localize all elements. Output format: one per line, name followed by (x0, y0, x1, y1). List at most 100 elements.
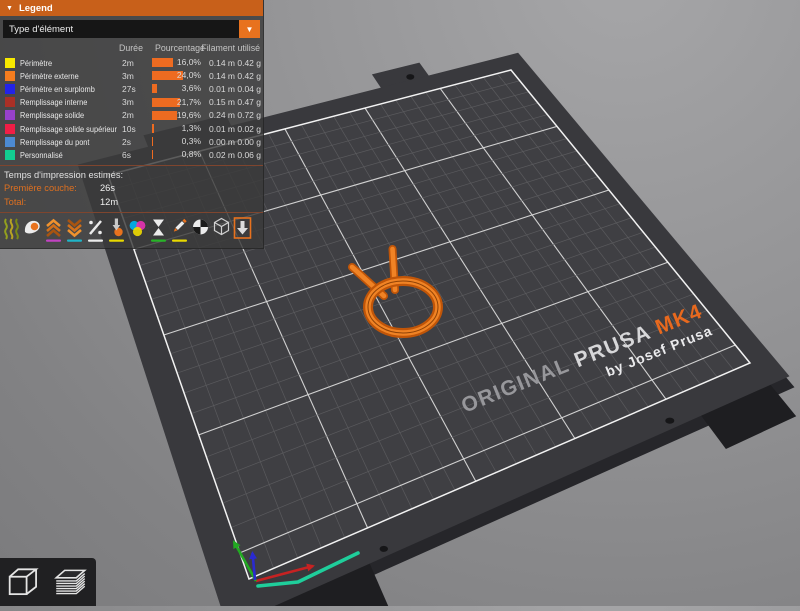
view-mode-toolbar (0, 558, 96, 606)
seams-icon[interactable] (85, 216, 106, 244)
legend-row: Personnalisé 6s 0,8% 0.02 m 0.06 g (0, 148, 263, 161)
feature-filament-length: 0.14 m (209, 57, 235, 68)
feature-percentage: 16,0% (176, 57, 201, 67)
feature-duration: 27s (122, 83, 136, 94)
feature-color-swatch (5, 136, 15, 147)
legend-row: Remplissage du pont 2s 0,3% 0.00 m 0.00 … (0, 135, 263, 148)
feature-percentage-cell: 0,3% (149, 135, 201, 148)
feature-duration: 2s (122, 136, 131, 147)
feature-filament-length: 0.15 m (209, 97, 235, 108)
feature-percentage-cell: 24,0% (149, 69, 201, 82)
custom-gcodes-icon[interactable] (169, 216, 190, 244)
legend-header[interactable]: ▼ Legend (0, 0, 263, 16)
feature-percentage-cell: 16,0% (149, 56, 201, 69)
feature-duration: 3m (122, 97, 134, 108)
feature-percentage: 3,6% (181, 83, 201, 94)
percentage-bar (152, 110, 177, 120)
legend-row: Remplissage interne 3m 21,7% 0.15 m 0.47… (0, 96, 263, 109)
legend-row: Périmètre en surplomb 27s 3,6% 0.01 m 0.… (0, 82, 263, 95)
feature-label: Remplissage solide supérieur (20, 123, 118, 134)
feature-filament-weight: 0.42 g (237, 70, 261, 81)
first-layer-label: Première couche: (4, 182, 77, 193)
feature-color-swatch (5, 110, 15, 121)
deretractions-icon[interactable] (64, 216, 85, 244)
feature-filament-length: 0.02 m (209, 149, 235, 160)
percentage-bar (152, 124, 154, 134)
view-type-value: Type d'élément (9, 23, 74, 35)
feature-label: Remplissage solide (20, 110, 85, 121)
feature-percentage: 1,3% (181, 122, 201, 133)
feature-filament-length: 0.01 m (209, 83, 235, 94)
feature-color-swatch (5, 57, 15, 68)
feature-label: Remplissage interne (20, 97, 88, 108)
total-time-row: Total: 12m (0, 195, 263, 209)
feature-filament-length: 0.01 m (209, 123, 235, 134)
feature-filament-weight: 0.47 g (237, 97, 261, 108)
first-layer-row: Première couche: 26s (0, 181, 263, 195)
feature-percentage-cell: 0,8% (149, 148, 201, 161)
legend-row: Périmètre externe 3m 24,0% 0.14 m 0.42 g (0, 69, 263, 82)
tool-changes-icon[interactable] (106, 216, 127, 244)
pause-prints-icon[interactable] (148, 216, 169, 244)
column-duration: Durée (119, 43, 143, 53)
travels-icon[interactable] (1, 216, 22, 244)
center-of-gravity-icon[interactable] (190, 216, 211, 244)
legend-row: Périmètre 2m 16,0% 0.14 m 0.42 g (0, 56, 263, 69)
collapse-legend-icon[interactable] (232, 216, 253, 244)
percentage-bar (152, 97, 180, 107)
column-percentage: Pourcentage (155, 43, 205, 53)
feature-label: Périmètre externe (20, 70, 79, 81)
feature-label: Périmètre en surplomb (20, 83, 95, 94)
feature-label: Périmètre (20, 57, 53, 68)
color-changes-icon[interactable] (127, 216, 148, 244)
wipe-icon[interactable] (22, 216, 43, 244)
feature-filament-weight: 0.42 g (237, 57, 261, 68)
percentage-bar (152, 58, 173, 68)
feature-filament-weight: 0.04 g (237, 83, 261, 94)
feature-filament-length: 0.00 m (209, 136, 235, 147)
legend-row: Remplissage solide 2m 19,6% 0.24 m 0.72 … (0, 109, 263, 122)
legend-title: Legend (18, 2, 53, 14)
feature-color-swatch (5, 123, 15, 134)
column-filament: Filament utilisé (201, 43, 260, 53)
percentage-bar (152, 137, 153, 147)
feature-filament-weight: 0.00 g (237, 136, 261, 147)
total-time-value: 12m (100, 196, 119, 207)
feature-percentage: 21,7% (176, 96, 201, 107)
dropdown-arrow-button[interactable]: ▼ (239, 20, 260, 38)
feature-percentage-cell: 3,6% (149, 82, 201, 95)
legend-rows: Périmètre 2m 16,0% 0.14 m 0.42 g Périmèt… (0, 56, 263, 162)
feature-percentage-cell: 1,3% (149, 122, 201, 135)
collapse-arrow-icon: ▼ (6, 4, 13, 12)
feature-color-swatch (5, 70, 15, 81)
feature-label: Remplissage du pont (20, 136, 90, 147)
total-time-label: Total: (4, 196, 27, 207)
first-layer-value: 26s (100, 182, 115, 193)
feature-filament-length: 0.14 m (209, 70, 235, 81)
percentage-bar (152, 84, 157, 94)
3d-editor-view-button[interactable] (3, 561, 47, 603)
shells-icon[interactable] (211, 216, 232, 244)
feature-filament-weight: 0.06 g (237, 149, 261, 160)
feature-filament-weight: 0.72 g (237, 110, 261, 121)
feature-color-swatch (5, 83, 15, 94)
feature-color-swatch (5, 149, 15, 160)
feature-percentage-cell: 21,7% (149, 96, 201, 109)
feature-duration: 10s (122, 123, 136, 134)
feature-duration: 2m (122, 110, 134, 121)
feature-label: Personnalisé (20, 149, 63, 160)
feature-percentage-cell: 19,6% (149, 109, 201, 122)
percentage-bar (152, 150, 153, 160)
feature-filament-length: 0.24 m (209, 110, 235, 121)
legend-toggle-bar (0, 213, 263, 248)
feature-duration: 2m (122, 57, 134, 68)
legend-panel: ▼ Legend Type d'élément ▼ Durée Pourcent… (0, 0, 264, 249)
feature-percentage: 0,8% (181, 149, 201, 160)
preview-view-button[interactable] (49, 561, 93, 603)
feature-color-swatch (5, 97, 15, 108)
retractions-icon[interactable] (43, 216, 64, 244)
view-type-dropdown[interactable]: Type d'élément ▼ (3, 20, 260, 38)
feature-duration: 6s (122, 149, 131, 160)
legend-column-headers: Durée Pourcentage Filament utilisé (0, 40, 263, 56)
estimates-title: Temps d'impression estimés: (4, 169, 124, 180)
